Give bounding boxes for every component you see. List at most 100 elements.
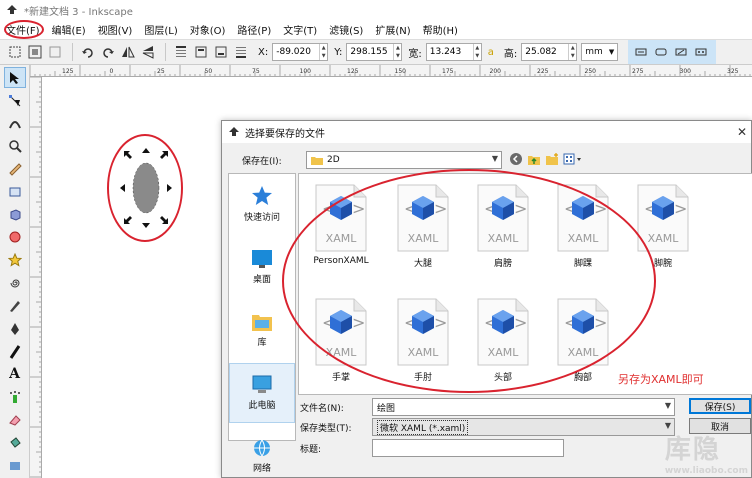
pen-tool-icon[interactable]: [4, 318, 26, 339]
raise-to-top-icon[interactable]: [172, 43, 190, 61]
save-file-dialog: 选择要保存的文件 ✕ 保存在(I): 2D ▼ 快速访问 桌面 库 此电脑 网络…: [221, 120, 752, 478]
rotate-cw-icon[interactable]: [99, 43, 117, 61]
view-menu-icon[interactable]: [563, 152, 583, 166]
separator: [72, 43, 73, 61]
back-icon[interactable]: [509, 152, 523, 166]
x-input[interactable]: [273, 44, 320, 60]
lock-icon[interactable]: a: [488, 47, 494, 58]
menu-extensions[interactable]: 扩展(N): [375, 22, 410, 37]
menu-filters[interactable]: 滤镜(S): [329, 22, 363, 37]
zoom-tool-icon[interactable]: [4, 136, 26, 157]
ruler-tick-label: 250: [585, 68, 597, 75]
tweak-tool-icon[interactable]: [4, 113, 26, 134]
svg-text:XAML: XAML: [648, 232, 680, 245]
transform-toggles: [628, 40, 717, 64]
save-in-row: 保存在(I): 2D ▼: [242, 151, 502, 169]
rotate-ccw-icon[interactable]: [79, 43, 97, 61]
place-label: 桌面: [252, 275, 271, 285]
menu-bar: 文件(F) 编辑(E) 视图(V) 图层(L) 对象(O) 路径(P) 文字(T…: [0, 20, 752, 39]
select-all-icon[interactable]: [6, 43, 24, 61]
menu-help[interactable]: 帮助(H): [423, 22, 458, 37]
calligraphy-tool-icon[interactable]: [4, 341, 26, 362]
eraser-tool-icon[interactable]: [4, 410, 26, 431]
x-field[interactable]: ▲▼: [272, 43, 329, 61]
pencil-tool-icon[interactable]: [4, 295, 26, 316]
save-in-select[interactable]: 2D ▼: [306, 151, 502, 169]
menu-layer[interactable]: 图层(L): [144, 22, 177, 37]
ruler-tick-label: 225: [537, 68, 549, 75]
menu-object[interactable]: 对象(O): [190, 22, 226, 37]
network-icon: [254, 439, 270, 457]
title-bar: *新建文档 3 - Inkscape: [0, 0, 752, 20]
3d-box-tool-icon[interactable]: [4, 204, 26, 225]
y-field[interactable]: ▲▼: [346, 43, 403, 61]
width-input[interactable]: [426, 44, 473, 60]
place-label: 此电脑: [248, 401, 276, 411]
selector-tool-icon[interactable]: [3, 67, 26, 89]
height-field[interactable]: ▲▼: [521, 43, 578, 61]
ruler-tick-label: 100: [300, 68, 312, 75]
filename-field[interactable]: 绘图 ▼: [372, 398, 675, 416]
ruler-tick-label: 0: [110, 68, 114, 75]
menu-text[interactable]: 文字(T): [283, 22, 317, 37]
y-spin-arrows[interactable]: ▲ ▼: [393, 44, 401, 60]
text-tool-icon[interactable]: A: [4, 364, 26, 385]
save-in-value: 2D: [327, 155, 340, 165]
save-button-label: 保存(S): [704, 402, 736, 413]
desktop-icon: [252, 250, 272, 268]
title-field[interactable]: [372, 439, 564, 457]
measure-tool-icon[interactable]: [4, 158, 26, 179]
save-button[interactable]: 保存(S): [689, 398, 751, 414]
y-input[interactable]: [347, 44, 394, 60]
move-patterns-icon[interactable]: [692, 43, 710, 61]
place-network[interactable]: 网络: [229, 426, 295, 478]
scale-corners-icon[interactable]: [652, 43, 670, 61]
gradient-tool-icon[interactable]: [4, 455, 26, 476]
x-spin-arrows[interactable]: ▲ ▼: [319, 44, 327, 60]
horizontal-ruler: 125 0 25 50 75 100 125 150 175 200 225 250 275 300 325…: [30, 65, 752, 77]
height-input[interactable]: [522, 44, 569, 60]
node-tool-icon[interactable]: [4, 90, 26, 111]
scale-stroke-icon[interactable]: [632, 43, 650, 61]
spray-tool-icon[interactable]: [4, 387, 26, 408]
height-spin-arrows[interactable]: ▲ ▼: [568, 44, 576, 60]
place-this-pc[interactable]: 此电脑: [229, 363, 295, 423]
menu-view[interactable]: 视图(V): [98, 22, 133, 37]
rectangle-tool-icon[interactable]: [4, 181, 26, 202]
width-field[interactable]: ▲▼: [425, 43, 482, 61]
up-folder-icon[interactable]: [527, 152, 541, 166]
paint-bucket-tool-icon[interactable]: [4, 432, 26, 453]
separator: [165, 43, 166, 61]
place-quick-access[interactable]: 快速访问: [229, 174, 295, 234]
lower-icon[interactable]: [212, 43, 230, 61]
star-icon: [252, 186, 272, 205]
menu-file-highlight-ring: [4, 20, 44, 39]
select-all-layers-icon[interactable]: [26, 43, 44, 61]
ruler-tick-label: 200: [490, 68, 502, 75]
spiral-tool-icon[interactable]: [4, 273, 26, 294]
dialog-title-bar: 选择要保存的文件: [222, 121, 751, 143]
flip-vertical-icon[interactable]: [139, 43, 157, 61]
watermark: 库隐 www.liaobo.com: [665, 429, 748, 476]
move-gradients-icon[interactable]: [672, 43, 690, 61]
star-tool-icon[interactable]: [4, 250, 26, 271]
new-folder-icon[interactable]: [545, 152, 559, 166]
width-spin-arrows[interactable]: ▲ ▼: [472, 44, 481, 60]
filename-value[interactable]: 绘图: [377, 401, 395, 414]
ellipse-tool-icon[interactable]: [4, 227, 26, 248]
filename-label: 文件名(N):: [300, 403, 344, 414]
menu-edit[interactable]: 编辑(E): [52, 22, 86, 37]
selected-ellipse: [132, 162, 160, 214]
ruler-tick-label: 75: [252, 68, 260, 75]
ruler-tick-label: 175: [442, 68, 454, 75]
close-icon[interactable]: ✕: [737, 125, 747, 139]
vertical-ruler: [30, 77, 42, 478]
filetype-select[interactable]: 微软 XAML (*.xaml) ▼: [372, 418, 675, 436]
lower-to-bottom-icon[interactable]: [232, 43, 250, 61]
deselect-icon[interactable]: [46, 43, 64, 61]
raise-icon[interactable]: [192, 43, 210, 61]
unit-select[interactable]: mm ▼: [581, 43, 619, 61]
place-library[interactable]: 库: [229, 300, 295, 360]
menu-path[interactable]: 路径(P): [237, 22, 271, 37]
flip-horizontal-icon[interactable]: [119, 43, 137, 61]
